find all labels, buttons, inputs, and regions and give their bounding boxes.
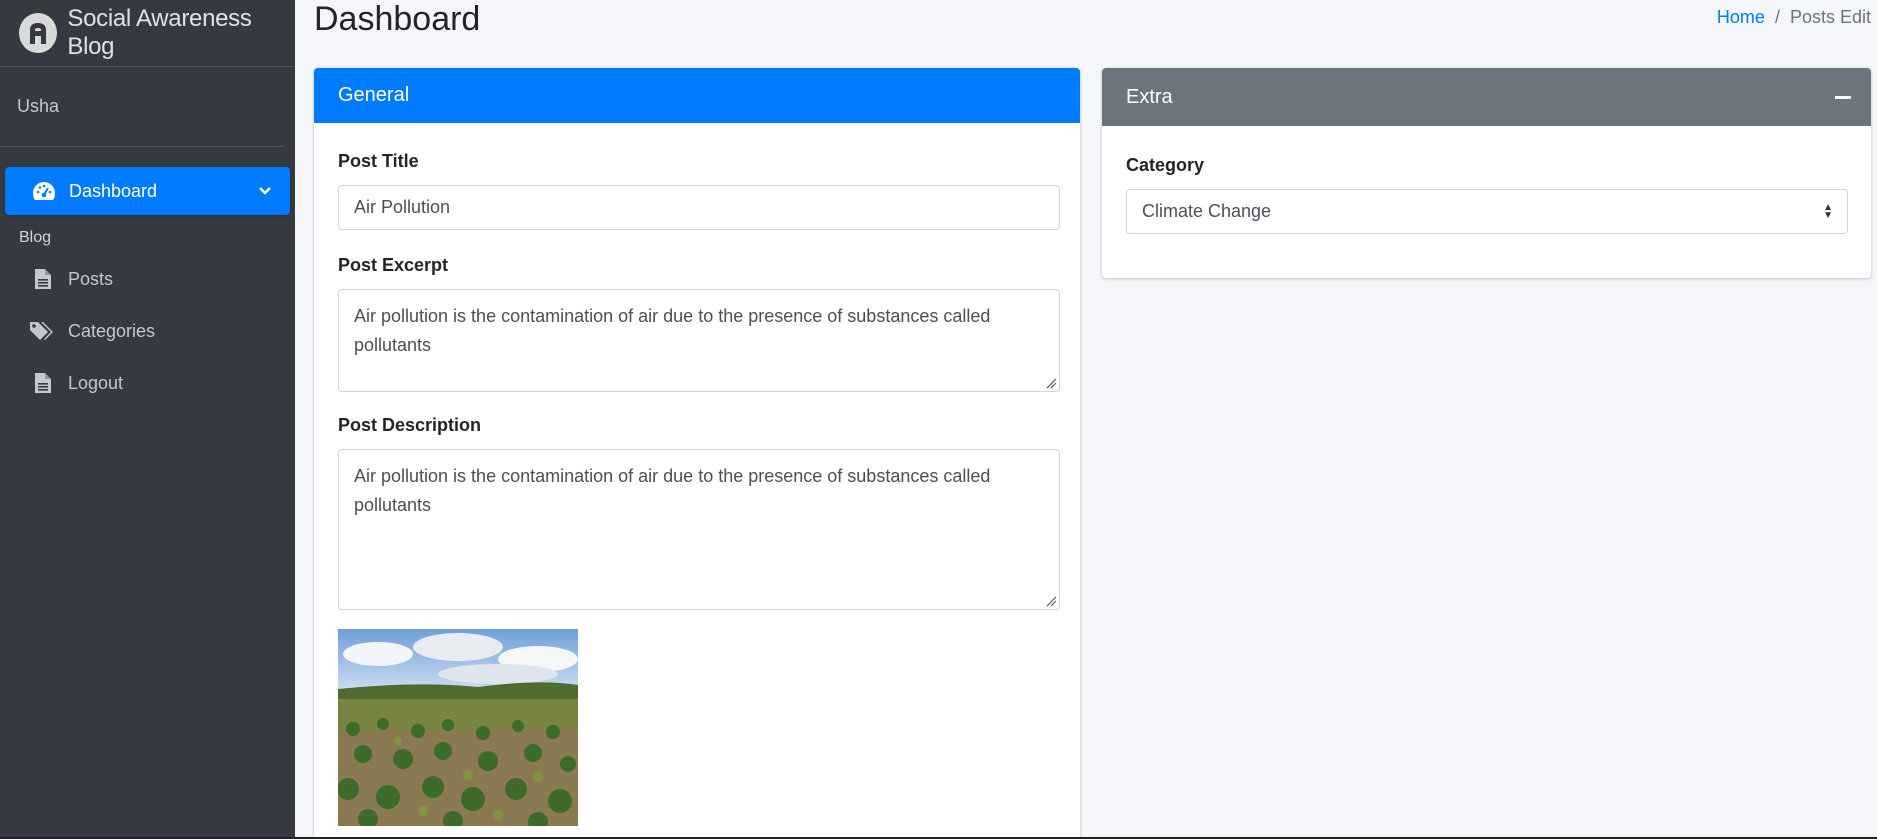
general-card-title: General: [338, 84, 410, 106]
nav-header-blog: Blog: [19, 229, 52, 246]
chevron-down-icon: [258, 182, 272, 203]
sidebar: Social Awareness Blog Usha Dashboard Blo…: [0, 0, 295, 839]
post-title-value: Air Pollution: [354, 197, 451, 217]
post-title-label: Post Title: [338, 151, 419, 171]
brand-logo-icon: [19, 13, 58, 53]
tachometer-icon: [29, 180, 59, 202]
tags-icon: [28, 320, 58, 342]
breadcrumb: Home / Posts Edit: [1717, 7, 1871, 28]
extra-card-title: Extra: [1126, 85, 1173, 108]
post-title-input[interactable]: Air Pollution: [338, 185, 1060, 230]
breadcrumb-current: Posts Edit: [1789, 7, 1871, 27]
category-label: Category: [1126, 155, 1205, 175]
file-icon: [28, 268, 58, 290]
extra-card-header: Extra: [1102, 68, 1871, 126]
brand-link[interactable]: Social Awareness Blog: [0, 0, 295, 67]
post-image: [338, 629, 578, 826]
sidebar-item-label: Posts: [68, 268, 114, 289]
general-card: General Post Title Air Pollution Post Ex…: [314, 68, 1080, 839]
category-selected-value: Climate Change: [1142, 201, 1272, 221]
select-arrows-icon: ▲ ▼: [1823, 202, 1833, 221]
collapse-minus-icon[interactable]: [1835, 96, 1851, 99]
sidebar-item-dashboard[interactable]: Dashboard: [5, 167, 290, 215]
sidebar-item-label: Categories: [68, 320, 156, 341]
resize-handle-icon[interactable]: [1045, 595, 1057, 607]
category-select[interactable]: Climate Change ▲ ▼: [1126, 189, 1848, 234]
breadcrumb-home-link[interactable]: Home: [1717, 7, 1765, 28]
user-panel[interactable]: Usha: [0, 67, 285, 147]
main-content: Dashboard Home / Posts Edit General Post…: [295, 0, 1877, 839]
post-excerpt-label: Post Excerpt: [338, 255, 449, 275]
post-excerpt-value: Air pollution is the contamination of ai…: [354, 306, 991, 355]
breadcrumb-separator: /: [1774, 7, 1780, 27]
file-icon: [28, 372, 58, 394]
post-description-textarea[interactable]: Air pollution is the contamination of ai…: [338, 449, 1060, 610]
user-name: Usha: [17, 96, 60, 116]
resize-handle-icon[interactable]: [1045, 377, 1057, 389]
post-description-label: Post Description: [338, 415, 482, 435]
extra-card: Extra Category Climate Change ▲ ▼: [1102, 68, 1871, 278]
brand-name: Social Awareness Blog: [67, 5, 252, 60]
page-title: Dashboard: [314, 0, 481, 38]
sidebar-item-posts[interactable]: Posts: [5, 255, 290, 303]
sidebar-item-label: Dashboard: [69, 180, 158, 201]
sidebar-item-label: Logout: [68, 372, 124, 393]
sidebar-nav: Dashboard Blog Posts Categories Logout: [0, 147, 295, 407]
sidebar-item-logout[interactable]: Logout: [5, 359, 290, 407]
post-excerpt-textarea[interactable]: Air pollution is the contamination of ai…: [338, 289, 1060, 392]
post-description-value: Air pollution is the contamination of ai…: [354, 466, 991, 515]
general-card-header: General: [314, 68, 1080, 123]
sidebar-item-categories[interactable]: Categories: [5, 307, 290, 355]
